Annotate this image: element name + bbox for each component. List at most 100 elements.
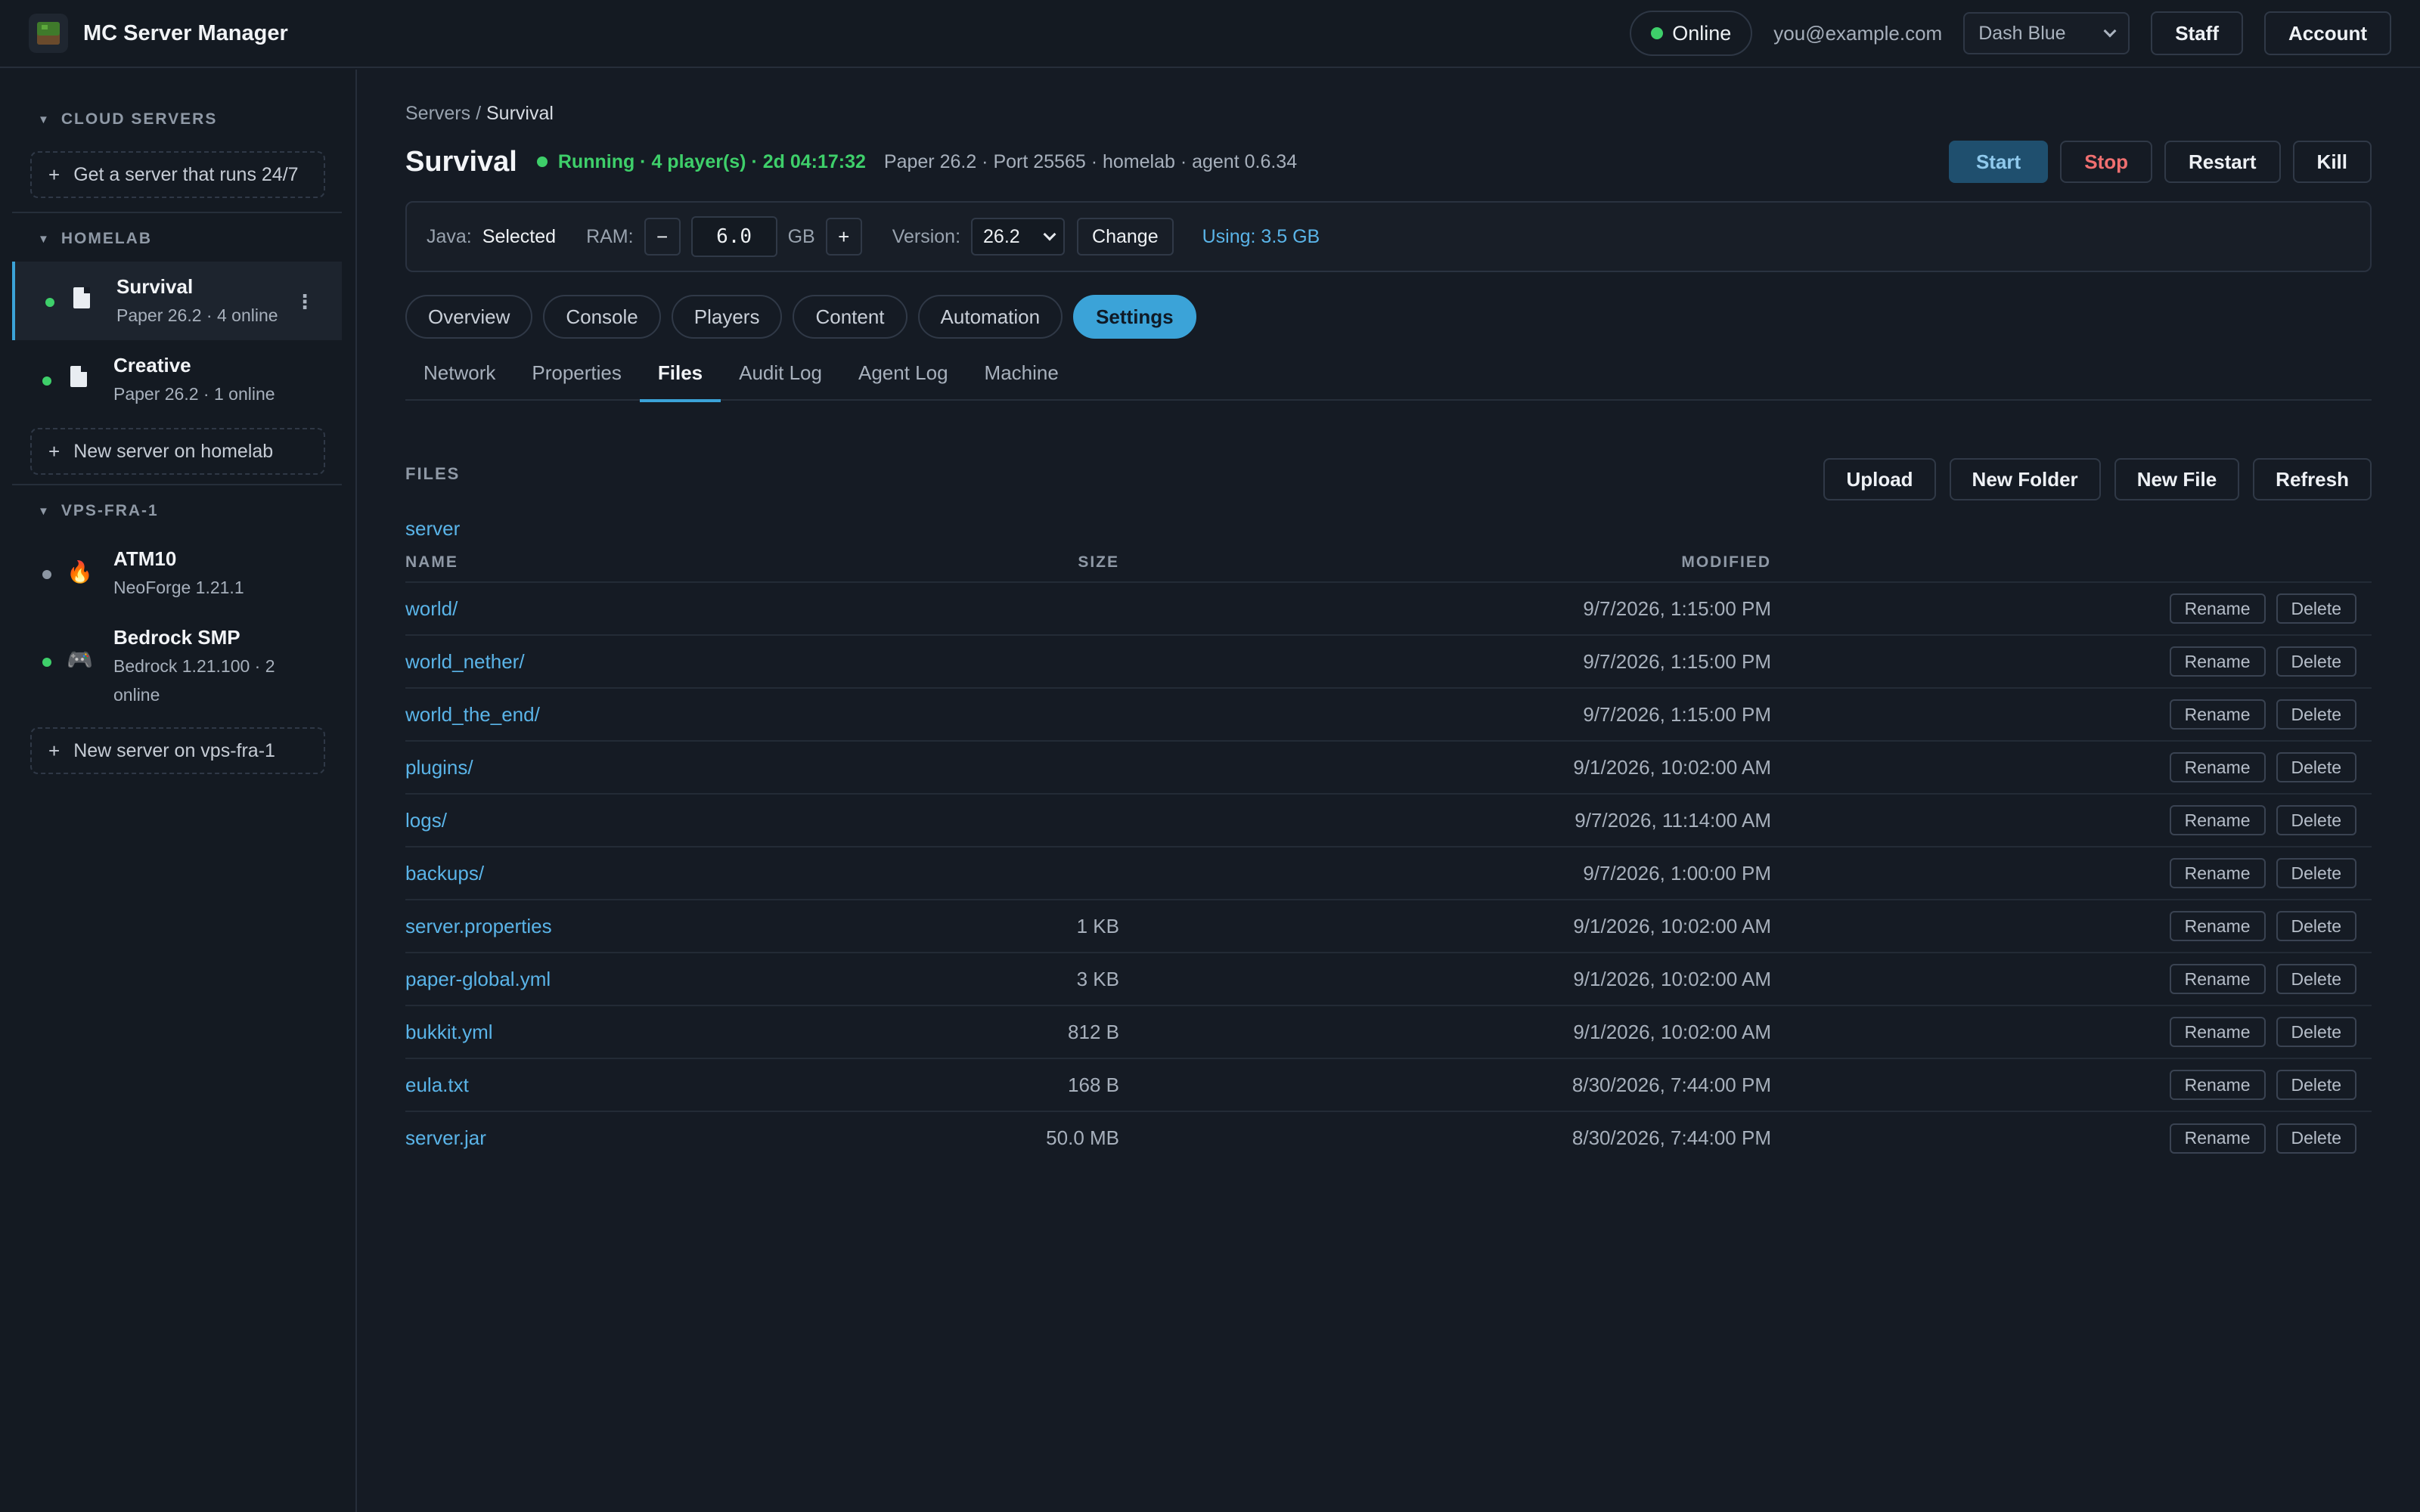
file-name-link[interactable]: world/ [405,581,920,635]
rename-button[interactable]: Rename [2169,1070,2266,1100]
sidebar-group-label: CLOUD SERVERS [60,110,218,128]
delete-button[interactable]: Delete [2276,699,2356,730]
file-name-link[interactable]: world_the_end/ [405,687,920,741]
file-name-link[interactable]: backups/ [405,846,920,900]
tab-automation[interactable]: Automation [917,295,1063,339]
run-status-text: Running · 4 player(s) · 2d 04:17:32 [557,150,866,172]
column-name-header[interactable]: NAME [405,553,920,582]
server-name: Bedrock SMP [113,626,240,649]
refresh-button[interactable]: Refresh [2253,458,2372,500]
file-name-link[interactable]: bukkit.yml [405,1005,920,1058]
caret-down-icon: ▼ [38,232,51,246]
version-label: Version: [892,225,961,247]
sidebar: ▼ CLOUD SERVERS + Get a server that runs… [0,70,357,1512]
delete-button[interactable]: Delete [2276,1070,2356,1100]
rename-button[interactable]: Rename [2169,752,2266,782]
status-dot-icon [1651,27,1664,39]
delete-button[interactable]: Delete [2276,964,2356,994]
kill-button[interactable]: Kill [2292,141,2372,183]
staff-button[interactable]: Staff [2151,11,2243,55]
delete-button[interactable]: Delete [2276,858,2356,888]
new-folder-button[interactable]: New Folder [1949,458,2101,500]
new-server-homelab-button[interactable]: + New server on homelab [30,428,325,475]
theme-select[interactable]: Dash Blue [1963,12,2130,54]
file-name-link[interactable]: logs/ [405,793,920,847]
rename-button[interactable]: Rename [2169,646,2266,677]
current-path-link[interactable]: server [405,517,460,541]
subtab-properties[interactable]: Properties [513,358,640,401]
row-actions: Rename Delete [1771,634,2372,688]
delete-button[interactable]: Delete [2276,1123,2356,1154]
get-cloud-server-button[interactable]: + Get a server that runs 24/7 [30,151,325,198]
tab-overview[interactable]: Overview [405,295,533,339]
rename-button[interactable]: Rename [2169,699,2266,730]
rename-button[interactable]: Rename [2169,1123,2266,1154]
sidebar-item-survival[interactable]: Survival Paper 26.2 · 4 online ⋮ [12,262,342,340]
stop-button[interactable]: Stop [2060,141,2152,183]
user-email: you@example.com [1773,21,1943,45]
delete-button[interactable]: Delete [2276,1017,2356,1047]
file-name-link[interactable]: server.properties [405,899,920,953]
sidebar-item-bedrock-smp[interactable]: 🎮 Bedrock SMP Bedrock 1.21.100 · 2 onlin… [12,612,342,718]
file-name-link[interactable]: server.jar [405,1111,920,1164]
rename-button[interactable]: Rename [2169,593,2266,624]
ram-decrease-button[interactable]: − [644,218,681,256]
ram-increase-button[interactable]: + [825,218,862,256]
breadcrumb-current: Survival [486,103,554,124]
theme-select-value: Dash Blue [1978,22,2066,44]
sidebar-group-homelab[interactable]: ▼ HOMELAB [38,230,152,248]
restart-button[interactable]: Restart [2164,141,2281,183]
version-select[interactable]: 26.2 [971,218,1066,256]
column-modified-header[interactable]: MODIFIED [1119,553,1771,582]
delete-button[interactable]: Delete [2276,805,2356,835]
delete-button[interactable]: Delete [2276,752,2356,782]
change-version-button[interactable]: Change [1077,218,1174,256]
rename-button[interactable]: Rename [2169,911,2266,941]
tab-content[interactable]: Content [793,295,908,339]
subtab-network[interactable]: Network [405,358,513,401]
subtab-files[interactable]: Files [639,358,721,402]
plus-icon: + [48,163,60,186]
new-file-button[interactable]: New File [2114,458,2240,500]
plus-icon: + [48,739,60,762]
ram-unit: GB [787,225,815,247]
title-row: Survival Running · 4 player(s) · 2d 04:1… [405,138,2372,186]
sidebar-group-label: HOMELAB [60,230,153,247]
tab-players[interactable]: Players [671,295,783,339]
upload-button[interactable]: Upload [1823,458,1936,500]
subtab-agent-log[interactable]: Agent Log [840,358,966,401]
account-button[interactable]: Account [2264,11,2391,55]
sidebar-group-vps[interactable]: ▼ VPS-FRA-1 [38,502,159,520]
tab-settings[interactable]: Settings [1073,295,1196,339]
more-options-icon[interactable]: ⋮ [295,290,315,314]
rename-button[interactable]: Rename [2169,805,2266,835]
table-header-row: NAME SIZE MODIFIED [405,553,2372,582]
sidebar-item-atm10[interactable]: 🔥 ATM10 NeoForge 1.21.1 [12,534,342,612]
start-button[interactable]: Start [1948,141,2049,183]
rename-button[interactable]: Rename [2169,1017,2266,1047]
sidebar-item-creative[interactable]: Creative Paper 26.2 · 1 online [12,340,342,419]
delete-button[interactable]: Delete [2276,593,2356,624]
sidebar-group-cloud[interactable]: ▼ CLOUD SERVERS [38,110,217,129]
file-name-link[interactable]: paper-global.yml [405,952,920,1005]
file-modified: 9/7/2026, 1:15:00 PM [1119,687,1771,741]
rename-button[interactable]: Rename [2169,964,2266,994]
column-size-header[interactable]: SIZE [920,553,1119,582]
app-title: MC Server Manager [83,20,288,45]
rename-button[interactable]: Rename [2169,858,2266,888]
server-meta: NeoForge 1.21.1 [113,578,244,597]
file-size: 1 KB [920,899,1119,953]
new-server-vps-button[interactable]: + New server on vps-fra-1 [30,727,325,774]
file-name-link[interactable]: world_nether/ [405,634,920,688]
file-name-link[interactable]: plugins/ [405,740,920,794]
subtab-audit-log[interactable]: Audit Log [721,358,840,401]
delete-button[interactable]: Delete [2276,911,2356,941]
delete-button[interactable]: Delete [2276,646,2356,677]
breadcrumb-servers-link[interactable]: Servers [405,103,470,124]
file-name-link[interactable]: eula.txt [405,1058,920,1111]
file-size: 168 B [920,1058,1119,1111]
row-actions: Rename Delete [1771,899,2372,953]
tab-console[interactable]: Console [543,295,661,339]
subtab-machine[interactable]: Machine [966,358,1077,401]
ram-input[interactable]: 6.0 [690,216,777,257]
